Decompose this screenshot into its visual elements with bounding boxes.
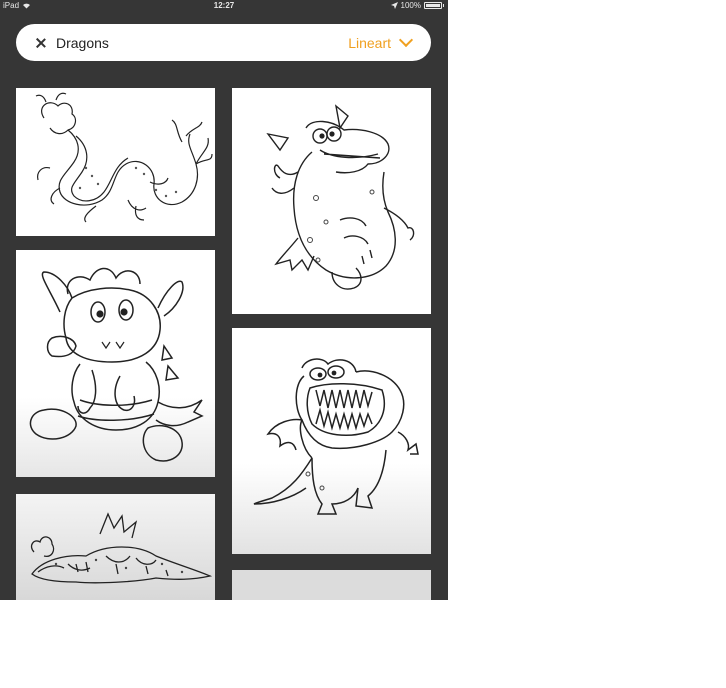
chinese-dragon-image xyxy=(35,92,213,223)
chevron-down-icon xyxy=(398,32,414,48)
toothy-monster-dragon-image xyxy=(253,358,419,515)
search-input[interactable] xyxy=(56,34,349,51)
sleeping-dragon-image xyxy=(30,512,213,584)
status-time: 12:27 xyxy=(213,1,235,10)
app-screen: iPad 12:27 100% Lineart xyxy=(0,0,448,600)
close-icon[interactable] xyxy=(34,36,48,50)
result-card-cartoon-dragon-waving[interactable] xyxy=(232,88,431,314)
battery-percent: 100% xyxy=(400,1,421,10)
filter-label: Lineart xyxy=(348,34,391,51)
location-arrow-icon xyxy=(390,2,398,9)
filter-dropdown[interactable]: Lineart xyxy=(348,32,414,51)
baby-dragon-sitting-image xyxy=(29,267,204,462)
battery-tip xyxy=(443,4,444,7)
cartoon-dragon-waving-image xyxy=(266,104,415,290)
result-card-sleeping-dragon[interactable] xyxy=(16,494,215,600)
result-card-chinese-dragon[interactable] xyxy=(16,88,215,236)
status-bar: iPad 12:27 100% xyxy=(0,0,448,12)
status-right-group: 100% xyxy=(390,1,444,10)
result-card-toothy-monster-dragon[interactable] xyxy=(232,328,431,554)
result-card-baby-dragon-sitting[interactable] xyxy=(16,250,215,477)
result-card-partial[interactable] xyxy=(232,570,431,600)
battery-icon xyxy=(424,2,442,9)
search-bar: Lineart xyxy=(16,24,431,61)
